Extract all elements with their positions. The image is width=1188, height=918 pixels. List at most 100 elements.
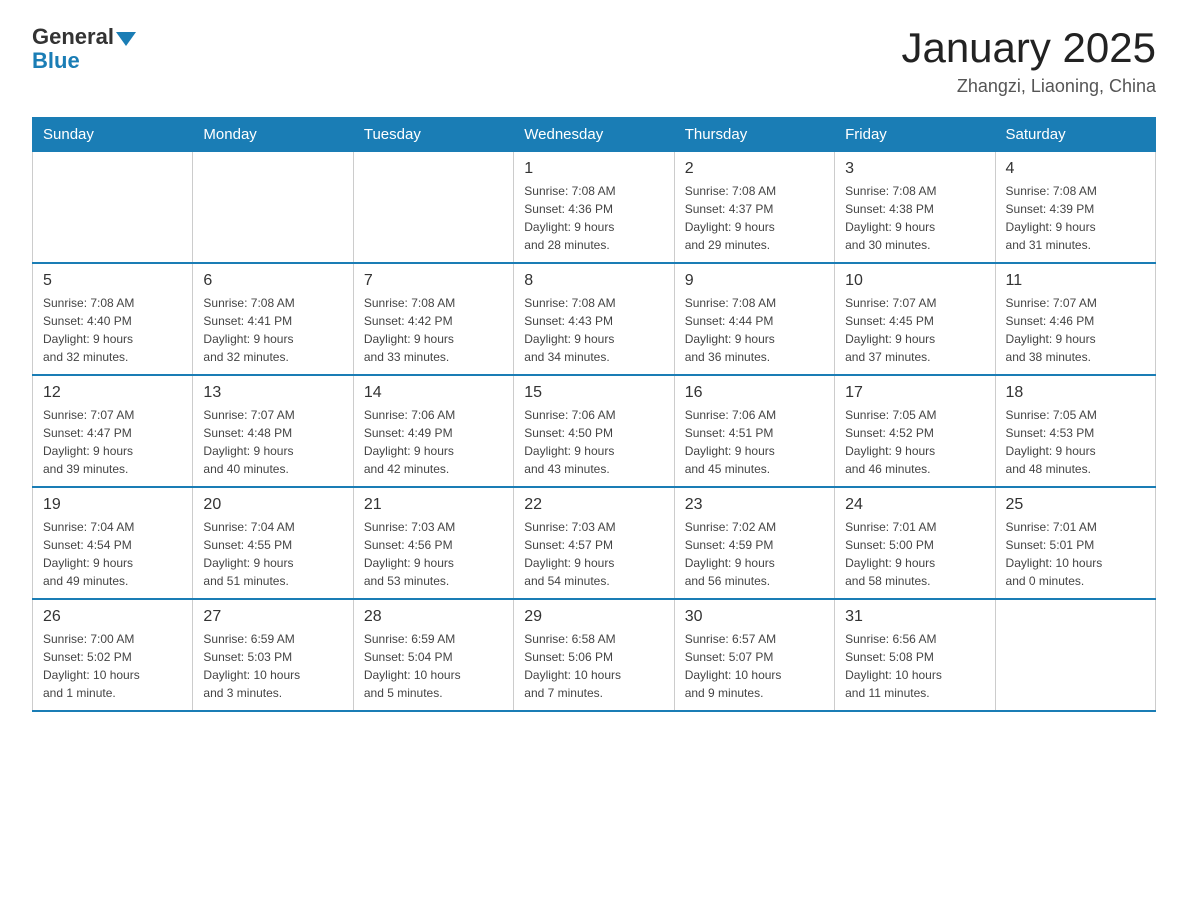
day-number: 31: [845, 608, 984, 626]
weekday-header-sunday: Sunday: [33, 118, 193, 152]
day-number: 15: [524, 384, 663, 402]
day-info: Sunrise: 7:08 AM Sunset: 4:38 PM Dayligh…: [845, 182, 984, 254]
day-number: 7: [364, 272, 503, 290]
day-info: Sunrise: 7:05 AM Sunset: 4:52 PM Dayligh…: [845, 406, 984, 478]
logo-general-text: General: [32, 24, 114, 50]
day-number: 21: [364, 496, 503, 514]
logo-triangle-icon: [116, 32, 136, 46]
day-info: Sunrise: 6:57 AM Sunset: 5:07 PM Dayligh…: [685, 630, 824, 702]
day-number: 11: [1006, 272, 1145, 290]
day-number: 4: [1006, 160, 1145, 178]
calendar-cell: 31 Sunrise: 6:56 AM Sunset: 5:08 PM Dayli…: [835, 599, 995, 711]
day-info: Sunrise: 7:06 AM Sunset: 4:51 PM Dayligh…: [685, 406, 824, 478]
weekday-header-tuesday: Tuesday: [353, 118, 513, 152]
calendar-cell: 26 Sunrise: 7:00 AM Sunset: 5:02 PM Dayli…: [33, 599, 193, 711]
day-number: 25: [1006, 496, 1145, 514]
weekday-header-monday: Monday: [193, 118, 353, 152]
day-number: 5: [43, 272, 182, 290]
day-info: Sunrise: 7:03 AM Sunset: 4:56 PM Dayligh…: [364, 518, 503, 590]
day-number: 22: [524, 496, 663, 514]
day-number: 19: [43, 496, 182, 514]
day-number: 3: [845, 160, 984, 178]
day-info: Sunrise: 6:56 AM Sunset: 5:08 PM Dayligh…: [845, 630, 984, 702]
calendar-cell: 9Sunrise: 7:08 AM Sunset: 4:44 PM Daylig…: [674, 263, 834, 375]
day-number: 17: [845, 384, 984, 402]
calendar-cell: 1 Sunrise: 7:08 AM Sunset: 4:36 PM Daylig…: [514, 152, 674, 264]
calendar-week-row: 1 Sunrise: 7:08 AM Sunset: 4:36 PM Daylig…: [33, 152, 1156, 264]
calendar-week-row: 5Sunrise: 7:08 AM Sunset: 4:40 PM Daylig…: [33, 263, 1156, 375]
calendar-cell: 18 Sunrise: 7:05 AM Sunset: 4:53 PM Dayli…: [995, 375, 1155, 487]
calendar-table: SundayMondayTuesdayWednesdayThursdayFrid…: [32, 117, 1156, 712]
day-info: Sunrise: 7:08 AM Sunset: 4:39 PM Dayligh…: [1006, 182, 1145, 254]
day-number: 18: [1006, 384, 1145, 402]
calendar-cell: 5Sunrise: 7:08 AM Sunset: 4:40 PM Daylig…: [33, 263, 193, 375]
calendar-cell: [193, 152, 353, 264]
day-info: Sunrise: 7:04 AM Sunset: 4:55 PM Dayligh…: [203, 518, 342, 590]
calendar-cell: 15Sunrise: 7:06 AM Sunset: 4:50 PM Dayli…: [514, 375, 674, 487]
day-number: 6: [203, 272, 342, 290]
day-info: Sunrise: 6:59 AM Sunset: 5:03 PM Dayligh…: [203, 630, 342, 702]
calendar-cell: [995, 599, 1155, 711]
calendar-cell: 11 Sunrise: 7:07 AM Sunset: 4:46 PM Dayli…: [995, 263, 1155, 375]
calendar-cell: 29 Sunrise: 6:58 AM Sunset: 5:06 PM Dayli…: [514, 599, 674, 711]
day-number: 28: [364, 608, 503, 626]
day-number: 26: [43, 608, 182, 626]
day-number: 1: [524, 160, 663, 178]
day-number: 23: [685, 496, 824, 514]
day-info: Sunrise: 7:01 AM Sunset: 5:01 PM Dayligh…: [1006, 518, 1145, 590]
calendar-cell: 24Sunrise: 7:01 AM Sunset: 5:00 PM Dayli…: [835, 487, 995, 599]
calendar-cell: 6 Sunrise: 7:08 AM Sunset: 4:41 PM Daylig…: [193, 263, 353, 375]
calendar-cell: 17 Sunrise: 7:05 AM Sunset: 4:52 PM Dayli…: [835, 375, 995, 487]
day-number: 12: [43, 384, 182, 402]
page-header: General Blue January 2025 Zhangzi, Liaon…: [32, 24, 1156, 97]
day-number: 8: [524, 272, 663, 290]
calendar-cell: 8 Sunrise: 7:08 AM Sunset: 4:43 PM Daylig…: [514, 263, 674, 375]
weekday-header-friday: Friday: [835, 118, 995, 152]
calendar-cell: [353, 152, 513, 264]
day-info: Sunrise: 7:07 AM Sunset: 4:48 PM Dayligh…: [203, 406, 342, 478]
day-info: Sunrise: 7:08 AM Sunset: 4:41 PM Dayligh…: [203, 294, 342, 366]
day-number: 24: [845, 496, 984, 514]
day-info: Sunrise: 7:02 AM Sunset: 4:59 PM Dayligh…: [685, 518, 824, 590]
day-info: Sunrise: 6:59 AM Sunset: 5:04 PM Dayligh…: [364, 630, 503, 702]
calendar-cell: 2 Sunrise: 7:08 AM Sunset: 4:37 PM Daylig…: [674, 152, 834, 264]
calendar-title: January 2025: [901, 24, 1156, 72]
day-number: 30: [685, 608, 824, 626]
day-info: Sunrise: 7:00 AM Sunset: 5:02 PM Dayligh…: [43, 630, 182, 702]
calendar-cell: 10Sunrise: 7:07 AM Sunset: 4:45 PM Dayli…: [835, 263, 995, 375]
day-info: Sunrise: 7:03 AM Sunset: 4:57 PM Dayligh…: [524, 518, 663, 590]
calendar-week-row: 26 Sunrise: 7:00 AM Sunset: 5:02 PM Dayli…: [33, 599, 1156, 711]
weekday-header-thursday: Thursday: [674, 118, 834, 152]
day-info: Sunrise: 7:08 AM Sunset: 4:36 PM Dayligh…: [524, 182, 663, 254]
calendar-cell: 14Sunrise: 7:06 AM Sunset: 4:49 PM Dayli…: [353, 375, 513, 487]
title-area: January 2025 Zhangzi, Liaoning, China: [901, 24, 1156, 97]
calendar-cell: 20 Sunrise: 7:04 AM Sunset: 4:55 PM Dayli…: [193, 487, 353, 599]
logo: General Blue: [32, 24, 136, 74]
calendar-week-row: 19Sunrise: 7:04 AM Sunset: 4:54 PM Dayli…: [33, 487, 1156, 599]
logo-blue-text: Blue: [32, 48, 80, 74]
day-info: Sunrise: 7:07 AM Sunset: 4:46 PM Dayligh…: [1006, 294, 1145, 366]
weekday-header-saturday: Saturday: [995, 118, 1155, 152]
calendar-cell: 4 Sunrise: 7:08 AM Sunset: 4:39 PM Daylig…: [995, 152, 1155, 264]
day-info: Sunrise: 7:07 AM Sunset: 4:45 PM Dayligh…: [845, 294, 984, 366]
calendar-cell: 22 Sunrise: 7:03 AM Sunset: 4:57 PM Dayli…: [514, 487, 674, 599]
day-info: Sunrise: 7:08 AM Sunset: 4:43 PM Dayligh…: [524, 294, 663, 366]
calendar-cell: 28 Sunrise: 6:59 AM Sunset: 5:04 PM Dayli…: [353, 599, 513, 711]
day-number: 16: [685, 384, 824, 402]
day-info: Sunrise: 7:07 AM Sunset: 4:47 PM Dayligh…: [43, 406, 182, 478]
day-info: Sunrise: 7:05 AM Sunset: 4:53 PM Dayligh…: [1006, 406, 1145, 478]
day-info: Sunrise: 6:58 AM Sunset: 5:06 PM Dayligh…: [524, 630, 663, 702]
calendar-cell: 23 Sunrise: 7:02 AM Sunset: 4:59 PM Dayli…: [674, 487, 834, 599]
weekday-header-row: SundayMondayTuesdayWednesdayThursdayFrid…: [33, 118, 1156, 152]
calendar-cell: 25 Sunrise: 7:01 AM Sunset: 5:01 PM Dayli…: [995, 487, 1155, 599]
day-number: 20: [203, 496, 342, 514]
day-info: Sunrise: 7:08 AM Sunset: 4:44 PM Dayligh…: [685, 294, 824, 366]
day-info: Sunrise: 7:08 AM Sunset: 4:37 PM Dayligh…: [685, 182, 824, 254]
day-number: 13: [203, 384, 342, 402]
calendar-cell: 19Sunrise: 7:04 AM Sunset: 4:54 PM Dayli…: [33, 487, 193, 599]
day-number: 29: [524, 608, 663, 626]
day-number: 2: [685, 160, 824, 178]
calendar-cell: 21 Sunrise: 7:03 AM Sunset: 4:56 PM Dayli…: [353, 487, 513, 599]
calendar-cell: 7Sunrise: 7:08 AM Sunset: 4:42 PM Daylig…: [353, 263, 513, 375]
day-number: 14: [364, 384, 503, 402]
